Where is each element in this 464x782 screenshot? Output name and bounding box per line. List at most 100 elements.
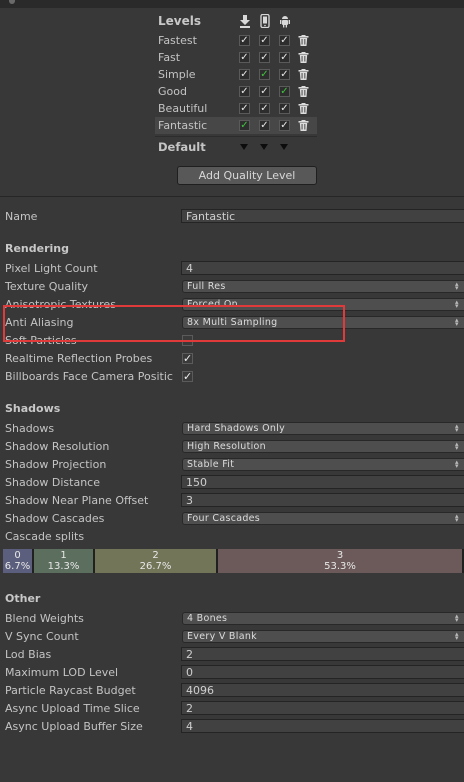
levels-header: Levels xyxy=(155,12,317,32)
default-label: Default xyxy=(158,140,206,154)
trash-icon[interactable] xyxy=(298,103,309,114)
level-platform-checkbox[interactable]: ✓ xyxy=(239,120,250,131)
cascade-segment[interactable]: 2 26.7% xyxy=(95,549,218,573)
level-platform-checkbox[interactable]: ✓ xyxy=(259,69,270,80)
vsync-row: V Sync Count Every V Blank ▴ ▾ xyxy=(0,628,464,646)
level-platform-checkbox[interactable]: ✓ xyxy=(239,35,250,46)
texture-quality-label: Texture Quality xyxy=(5,280,89,293)
shadow-cascades-dropdown[interactable]: Four Cascades xyxy=(182,512,464,525)
cascade-segment[interactable]: 0 6.7% xyxy=(3,549,34,573)
shadows-label: Shadows xyxy=(5,422,55,435)
blend-weights-row: Blend Weights 4 Bones ▴ ▾ xyxy=(0,610,464,628)
dropdown-arrow-icon: ▴ ▾ xyxy=(455,422,459,434)
particle-raycast-field[interactable]: 4096 xyxy=(181,683,464,697)
level-row[interactable]: Good ✓ ✓ ✓ xyxy=(155,83,317,100)
lod-bias-field[interactable]: 2 xyxy=(181,647,464,661)
dropdown-arrow-icon: ▴ ▾ xyxy=(455,316,459,328)
cascade-index: 0 xyxy=(14,550,21,561)
level-platform-checkbox[interactable]: ✓ xyxy=(259,120,270,131)
shadow-resolution-label: Shadow Resolution xyxy=(5,440,110,453)
add-quality-level-button[interactable]: Add Quality Level xyxy=(177,166,317,185)
divider xyxy=(0,196,464,197)
cascade-splits-bar[interactable]: 0 6.7% 1 13.3% 2 26.7% 3 53.3% xyxy=(3,549,464,573)
level-row[interactable]: Simple ✓ ✓ ✓ xyxy=(155,66,317,83)
highlight-annotation-box xyxy=(3,305,345,342)
realtime-reflection-label: Realtime Reflection Probes xyxy=(5,352,153,365)
level-row[interactable]: Beautiful ✓ ✓ ✓ xyxy=(155,100,317,117)
shadow-distance-label: Shadow Distance xyxy=(5,476,100,489)
cascade-index: 2 xyxy=(152,550,159,561)
billboards-checkbox[interactable]: ✓ xyxy=(182,371,193,382)
name-field[interactable]: Fantastic xyxy=(181,209,464,223)
shadow-near-plane-field[interactable]: 3 xyxy=(181,493,464,507)
lod-bias-label: Lod Bias xyxy=(5,648,52,661)
blend-weights-dropdown[interactable]: 4 Bones xyxy=(182,612,464,625)
level-row[interactable]: Fast ✓ ✓ ✓ xyxy=(155,49,317,66)
name-row: Name Fantastic xyxy=(0,208,464,226)
default-platform-dropdown[interactable] xyxy=(240,144,248,150)
async-time-label: Async Upload Time Slice xyxy=(5,702,140,715)
level-name: Good xyxy=(158,85,187,98)
cascade-segment[interactable]: 3 53.3% xyxy=(218,549,464,573)
particle-raycast-row: Particle Raycast Budget 4096 xyxy=(0,682,464,700)
shadow-near-plane-label: Shadow Near Plane Offset xyxy=(5,494,149,507)
shadow-cascades-row: Shadow Cascades Four Cascades ▴ ▾ xyxy=(0,510,464,528)
level-name: Simple xyxy=(158,68,196,81)
shadows-dropdown[interactable]: Hard Shadows Only xyxy=(182,422,464,435)
dropdown-arrow-icon: ▴ ▾ xyxy=(455,298,459,310)
levels-title: Levels xyxy=(158,14,202,28)
billboards-row: Billboards Face Camera Positic ✓ xyxy=(0,368,464,386)
level-platform-checkbox[interactable]: ✓ xyxy=(259,35,270,46)
async-buffer-row: Async Upload Buffer Size 4 xyxy=(0,718,464,736)
async-time-field[interactable]: 2 xyxy=(181,701,464,715)
texture-quality-dropdown[interactable]: Full Res xyxy=(182,280,464,293)
cascade-segment[interactable]: 1 13.3% xyxy=(34,549,95,573)
async-buffer-label: Async Upload Buffer Size xyxy=(5,720,143,733)
level-row[interactable]: Fantastic ✓ ✓ ✓ xyxy=(155,117,317,134)
level-platform-checkbox[interactable]: ✓ xyxy=(239,52,250,63)
level-platform-checkbox[interactable]: ✓ xyxy=(259,52,270,63)
shadow-projection-dropdown[interactable]: Stable Fit xyxy=(182,458,464,471)
level-platform-checkbox[interactable]: ✓ xyxy=(279,86,290,97)
android-icon xyxy=(280,16,290,28)
realtime-reflection-checkbox[interactable]: ✓ xyxy=(182,353,193,364)
level-platform-checkbox[interactable]: ✓ xyxy=(279,69,290,80)
cascade-percent: 53.3% xyxy=(324,561,356,572)
default-platform-dropdown[interactable] xyxy=(260,144,268,150)
cascade-percent: 26.7% xyxy=(139,561,172,572)
tab-indicator xyxy=(9,0,15,4)
level-platform-checkbox[interactable]: ✓ xyxy=(259,86,270,97)
level-platform-checkbox[interactable]: ✓ xyxy=(239,69,250,80)
trash-icon[interactable] xyxy=(298,86,309,97)
level-name: Fastest xyxy=(158,34,197,47)
async-buffer-field[interactable]: 4 xyxy=(181,719,464,733)
trash-icon[interactable] xyxy=(298,52,309,63)
max-lod-field[interactable]: 0 xyxy=(181,665,464,679)
level-platform-checkbox[interactable]: ✓ xyxy=(239,103,250,114)
level-platform-checkbox[interactable]: ✓ xyxy=(279,52,290,63)
level-platform-checkbox[interactable]: ✓ xyxy=(239,86,250,97)
dropdown-arrow-icon: ▴ ▾ xyxy=(455,612,459,624)
level-platform-checkbox[interactable]: ✓ xyxy=(279,120,290,131)
shadow-projection-label: Shadow Projection xyxy=(5,458,107,471)
rendering-header: Rendering xyxy=(5,242,69,255)
level-platform-checkbox[interactable]: ✓ xyxy=(279,103,290,114)
lod-bias-row: Lod Bias 2 xyxy=(0,646,464,664)
max-lod-label: Maximum LOD Level xyxy=(5,666,119,679)
trash-icon[interactable] xyxy=(298,120,309,131)
dropdown-arrow-icon: ▴ ▾ xyxy=(455,440,459,452)
level-name: Beautiful xyxy=(158,102,208,115)
level-platform-checkbox[interactable]: ✓ xyxy=(259,103,270,114)
pixel-light-count-field[interactable]: 4 xyxy=(181,261,464,275)
top-strip xyxy=(0,0,464,8)
default-platform-dropdown[interactable] xyxy=(280,144,288,150)
shadow-resolution-dropdown[interactable]: High Resolution xyxy=(182,440,464,453)
trash-icon[interactable] xyxy=(298,69,309,80)
level-row[interactable]: Fastest ✓ ✓ ✓ xyxy=(155,32,317,49)
shadow-distance-field[interactable]: 150 xyxy=(181,475,464,489)
vsync-dropdown[interactable]: Every V Blank xyxy=(182,630,464,643)
trash-icon[interactable] xyxy=(298,35,309,46)
shadow-resolution-row: Shadow Resolution High Resolution ▴ ▾ xyxy=(0,438,464,456)
level-platform-checkbox[interactable]: ✓ xyxy=(279,35,290,46)
shadow-distance-row: Shadow Distance 150 xyxy=(0,474,464,492)
